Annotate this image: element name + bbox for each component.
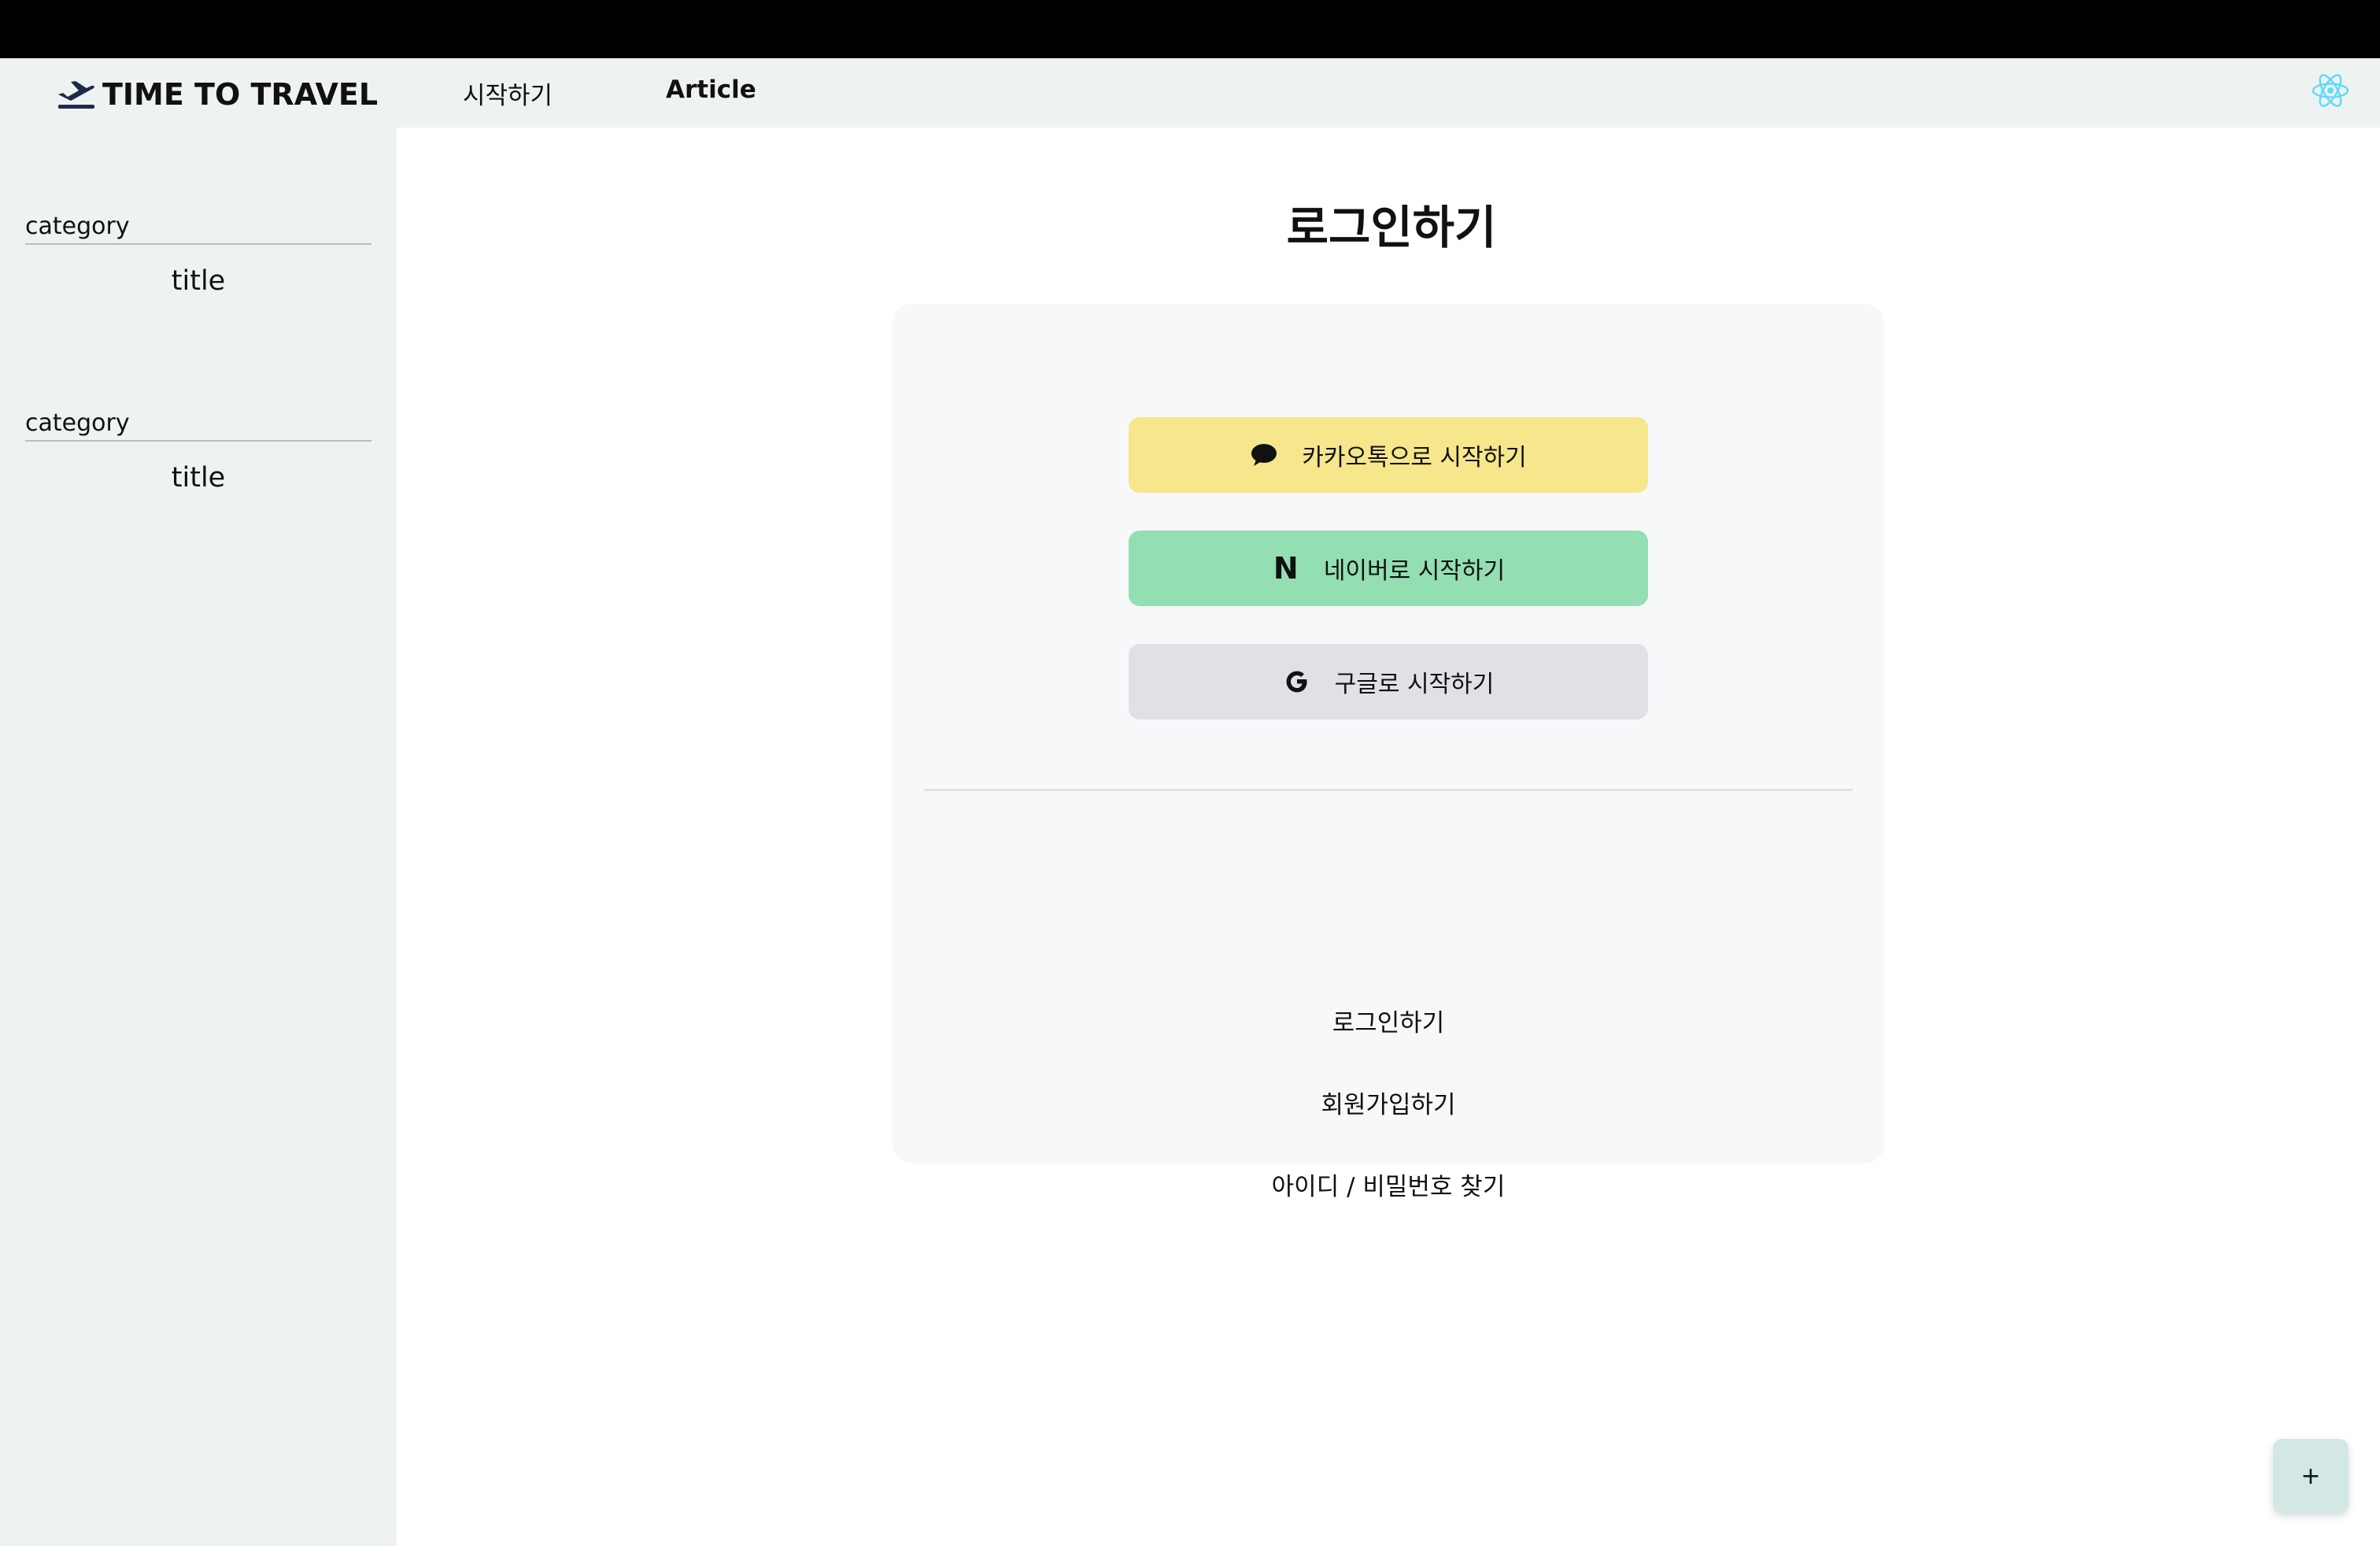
kakao-login-label: 카카오톡으로 시작하기 xyxy=(1302,444,1527,472)
divider xyxy=(924,789,1853,791)
login-card: 카카오톡으로 시작하기 N 네이버로 시작하기 구글로 시작하기 로그인하기 회… xyxy=(893,304,1884,1201)
naver-login-button[interactable]: N 네이버로 시작하기 xyxy=(1129,531,1648,606)
signup-link[interactable]: 회원가입하기 xyxy=(893,1085,1884,1120)
floating-add-button[interactable]: + xyxy=(2273,1439,2349,1513)
sidebar-item-title[interactable]: title xyxy=(25,462,371,494)
airplane-takeoff-icon xyxy=(58,81,94,109)
naver-login-label: 네이버로 시작하기 xyxy=(1323,557,1506,585)
logo-text: TIME TO TRAVEL xyxy=(102,77,379,112)
sidebar-item-title[interactable]: title xyxy=(25,265,371,297)
chat-bubble-icon xyxy=(1250,441,1278,469)
login-link[interactable]: 로그인하기 xyxy=(893,1003,1884,1038)
site-logo[interactable]: TIME TO TRAVEL xyxy=(55,76,378,113)
main-content: 로그인하기 카카오톡으로 시작하기 N 네이버로 시작하기 구글로 시작하기 로… xyxy=(397,128,2380,1546)
sidebar-group: category title xyxy=(25,213,371,297)
sidebar-group: category title xyxy=(25,409,371,494)
top-black-strip xyxy=(0,0,2380,58)
find-id-password-link[interactable]: 아이디 / 비밀번호 찾기 xyxy=(893,1167,1884,1202)
sidebar-category: category xyxy=(25,409,371,442)
page-title: 로그인하기 xyxy=(1286,201,1497,254)
sidebar-category: category xyxy=(25,213,371,245)
naver-n-icon: N xyxy=(1273,551,1299,586)
google-g-icon xyxy=(1283,668,1311,696)
google-login-label: 구글로 시작하기 xyxy=(1334,671,1495,698)
react-atom-icon[interactable] xyxy=(2311,71,2350,110)
sidebar: category title category title xyxy=(0,128,397,1546)
nav-start[interactable]: 시작하기 xyxy=(463,76,552,111)
top-navbar: TIME TO TRAVEL 시작하기 Article xyxy=(0,58,2380,128)
kakao-login-button[interactable]: 카카오톡으로 시작하기 xyxy=(1129,417,1648,493)
google-login-button[interactable]: 구글로 시작하기 xyxy=(1129,644,1648,719)
nav-article[interactable]: Article xyxy=(666,76,756,104)
